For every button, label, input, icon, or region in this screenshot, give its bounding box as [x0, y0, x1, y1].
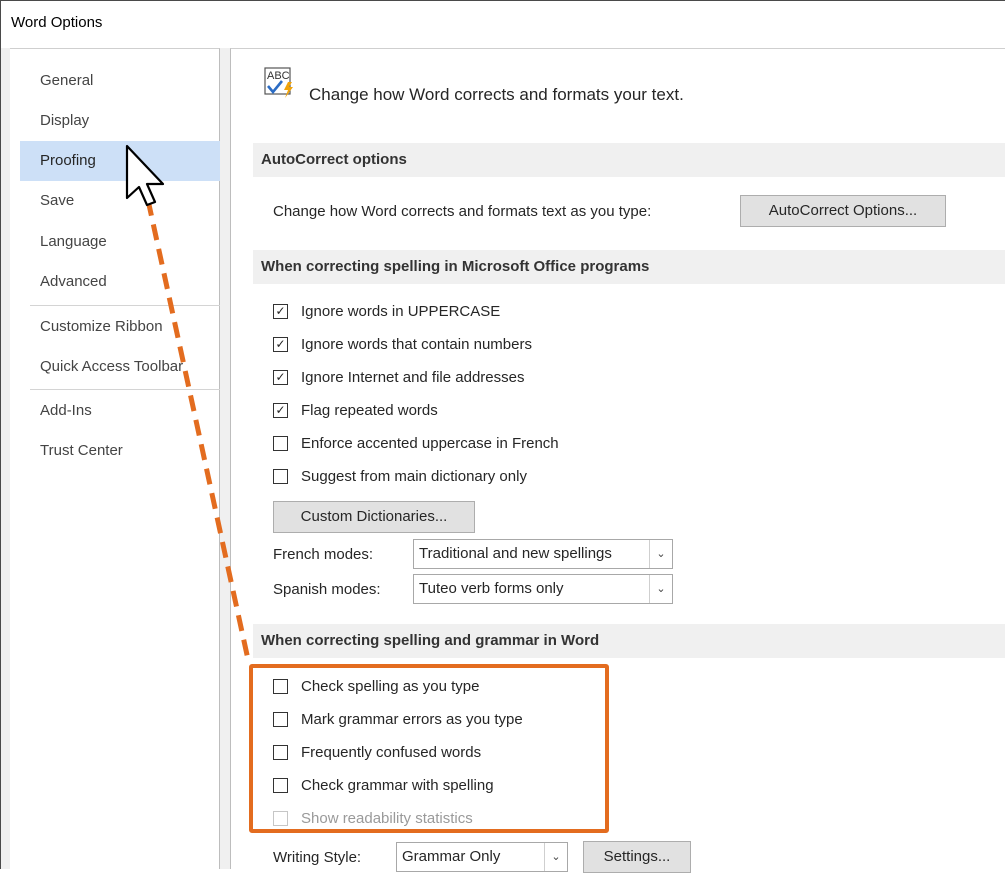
select-value: Grammar Only: [402, 848, 501, 865]
checkbox[interactable]: ✓: [273, 402, 288, 418]
checkbox[interactable]: [273, 468, 288, 484]
section-office-spelling: When correcting spelling in Microsoft Of…: [253, 250, 1005, 284]
checkbox[interactable]: [273, 678, 288, 694]
option-enforce-accented-uppercase[interactable]: Enforce accented uppercase in French: [273, 428, 559, 458]
checkbox[interactable]: ✓: [273, 336, 288, 352]
autocorrect-description: Change how Word corrects and formats tex…: [273, 203, 652, 220]
section-autocorrect: AutoCorrect options: [253, 143, 1005, 177]
option-mark-grammar-errors[interactable]: Mark grammar errors as you type: [273, 704, 523, 734]
nav-item-quick-access-toolbar[interactable]: Quick Access Toolbar: [20, 347, 220, 387]
option-check-spelling-as-you-type[interactable]: Check spelling as you type: [273, 671, 479, 701]
nav-item-save[interactable]: Save: [20, 181, 220, 221]
select-value: Traditional and new spellings: [419, 545, 612, 562]
option-label: Check grammar with spelling: [301, 776, 494, 794]
custom-dictionaries-button[interactable]: Custom Dictionaries...: [273, 501, 475, 533]
option-label: Mark grammar errors as you type: [301, 710, 523, 728]
option-frequently-confused-words[interactable]: Frequently confused words: [273, 737, 481, 767]
nav-item-language[interactable]: Language: [20, 222, 220, 262]
chevron-down-icon[interactable]: ⌄: [649, 540, 672, 568]
proofing-panel: ABC Change how Word corrects and formats…: [230, 48, 1005, 873]
option-label: Suggest from main dictionary only: [301, 467, 527, 485]
checkbox[interactable]: [273, 711, 288, 727]
chevron-down-icon[interactable]: ⌄: [544, 843, 567, 871]
option-label: Show readability statistics: [301, 809, 473, 827]
autocorrect-options-button[interactable]: AutoCorrect Options...: [740, 195, 946, 227]
abc-check-icon: ABC: [264, 67, 298, 99]
nav-item-advanced[interactable]: Advanced: [20, 262, 220, 302]
settings-button[interactable]: Settings...: [583, 841, 691, 873]
window-title: Word Options: [11, 14, 103, 31]
checkbox[interactable]: ✓: [273, 303, 288, 319]
nav-separator: [30, 389, 222, 390]
nav-item-display[interactable]: Display: [20, 101, 220, 141]
french-modes-select[interactable]: Traditional and new spellings ⌄: [413, 539, 673, 569]
nav-item-customize-ribbon[interactable]: Customize Ribbon: [20, 307, 220, 347]
checkbox[interactable]: [273, 744, 288, 760]
nav-item-general[interactable]: General: [20, 61, 220, 101]
nav-item-trust-center[interactable]: Trust Center: [20, 431, 220, 471]
option-ignore-internet-addresses[interactable]: ✓ Ignore Internet and file addresses: [273, 362, 524, 392]
option-ignore-numbers[interactable]: ✓ Ignore words that contain numbers: [273, 329, 532, 359]
checkbox[interactable]: ✓: [273, 369, 288, 385]
select-value: Tuteo verb forms only: [419, 580, 564, 597]
french-modes-label: French modes:: [273, 546, 374, 563]
checkbox: [273, 810, 288, 826]
option-label: Check spelling as you type: [301, 677, 480, 695]
section-word-spelling-grammar: When correcting spelling and grammar in …: [253, 624, 1005, 658]
spanish-modes-label: Spanish modes:: [273, 581, 381, 598]
spanish-modes-select[interactable]: Tuteo verb forms only ⌄: [413, 574, 673, 604]
svg-text:ABC: ABC: [267, 70, 290, 82]
window-left-edge: [0, 48, 10, 869]
panel-gutter: [220, 48, 230, 869]
nav-item-add-ins[interactable]: Add-Ins: [20, 391, 220, 431]
option-label: Enforce accented uppercase in French: [301, 434, 559, 452]
option-label: Ignore Internet and file addresses: [301, 368, 525, 386]
option-label: Ignore words in UPPERCASE: [301, 302, 501, 320]
checkbox[interactable]: [273, 435, 288, 451]
option-show-readability-statistics: Show readability statistics: [273, 803, 473, 833]
option-ignore-uppercase[interactable]: ✓ Ignore words in UPPERCASE: [273, 296, 500, 326]
writing-style-select[interactable]: Grammar Only ⌄: [396, 842, 568, 872]
option-check-grammar-with-spelling[interactable]: Check grammar with spelling: [273, 770, 494, 800]
nav-item-proofing[interactable]: Proofing: [20, 141, 220, 181]
nav-separator: [30, 305, 222, 306]
proofing-header: Change how Word corrects and formats you…: [309, 85, 684, 104]
checkbox[interactable]: [273, 777, 288, 793]
title-bar: Word Options: [0, 0, 1005, 48]
option-label: Frequently confused words: [301, 743, 482, 761]
option-flag-repeated-words[interactable]: ✓ Flag repeated words: [273, 395, 438, 425]
option-main-dictionary-only[interactable]: Suggest from main dictionary only: [273, 461, 527, 491]
options-nav: General Display Proofing Save Language A…: [10, 48, 222, 869]
chevron-down-icon[interactable]: ⌄: [649, 575, 672, 603]
writing-style-label: Writing Style:: [273, 849, 362, 866]
option-label: Flag repeated words: [301, 401, 438, 419]
option-label: Ignore words that contain numbers: [301, 335, 532, 353]
